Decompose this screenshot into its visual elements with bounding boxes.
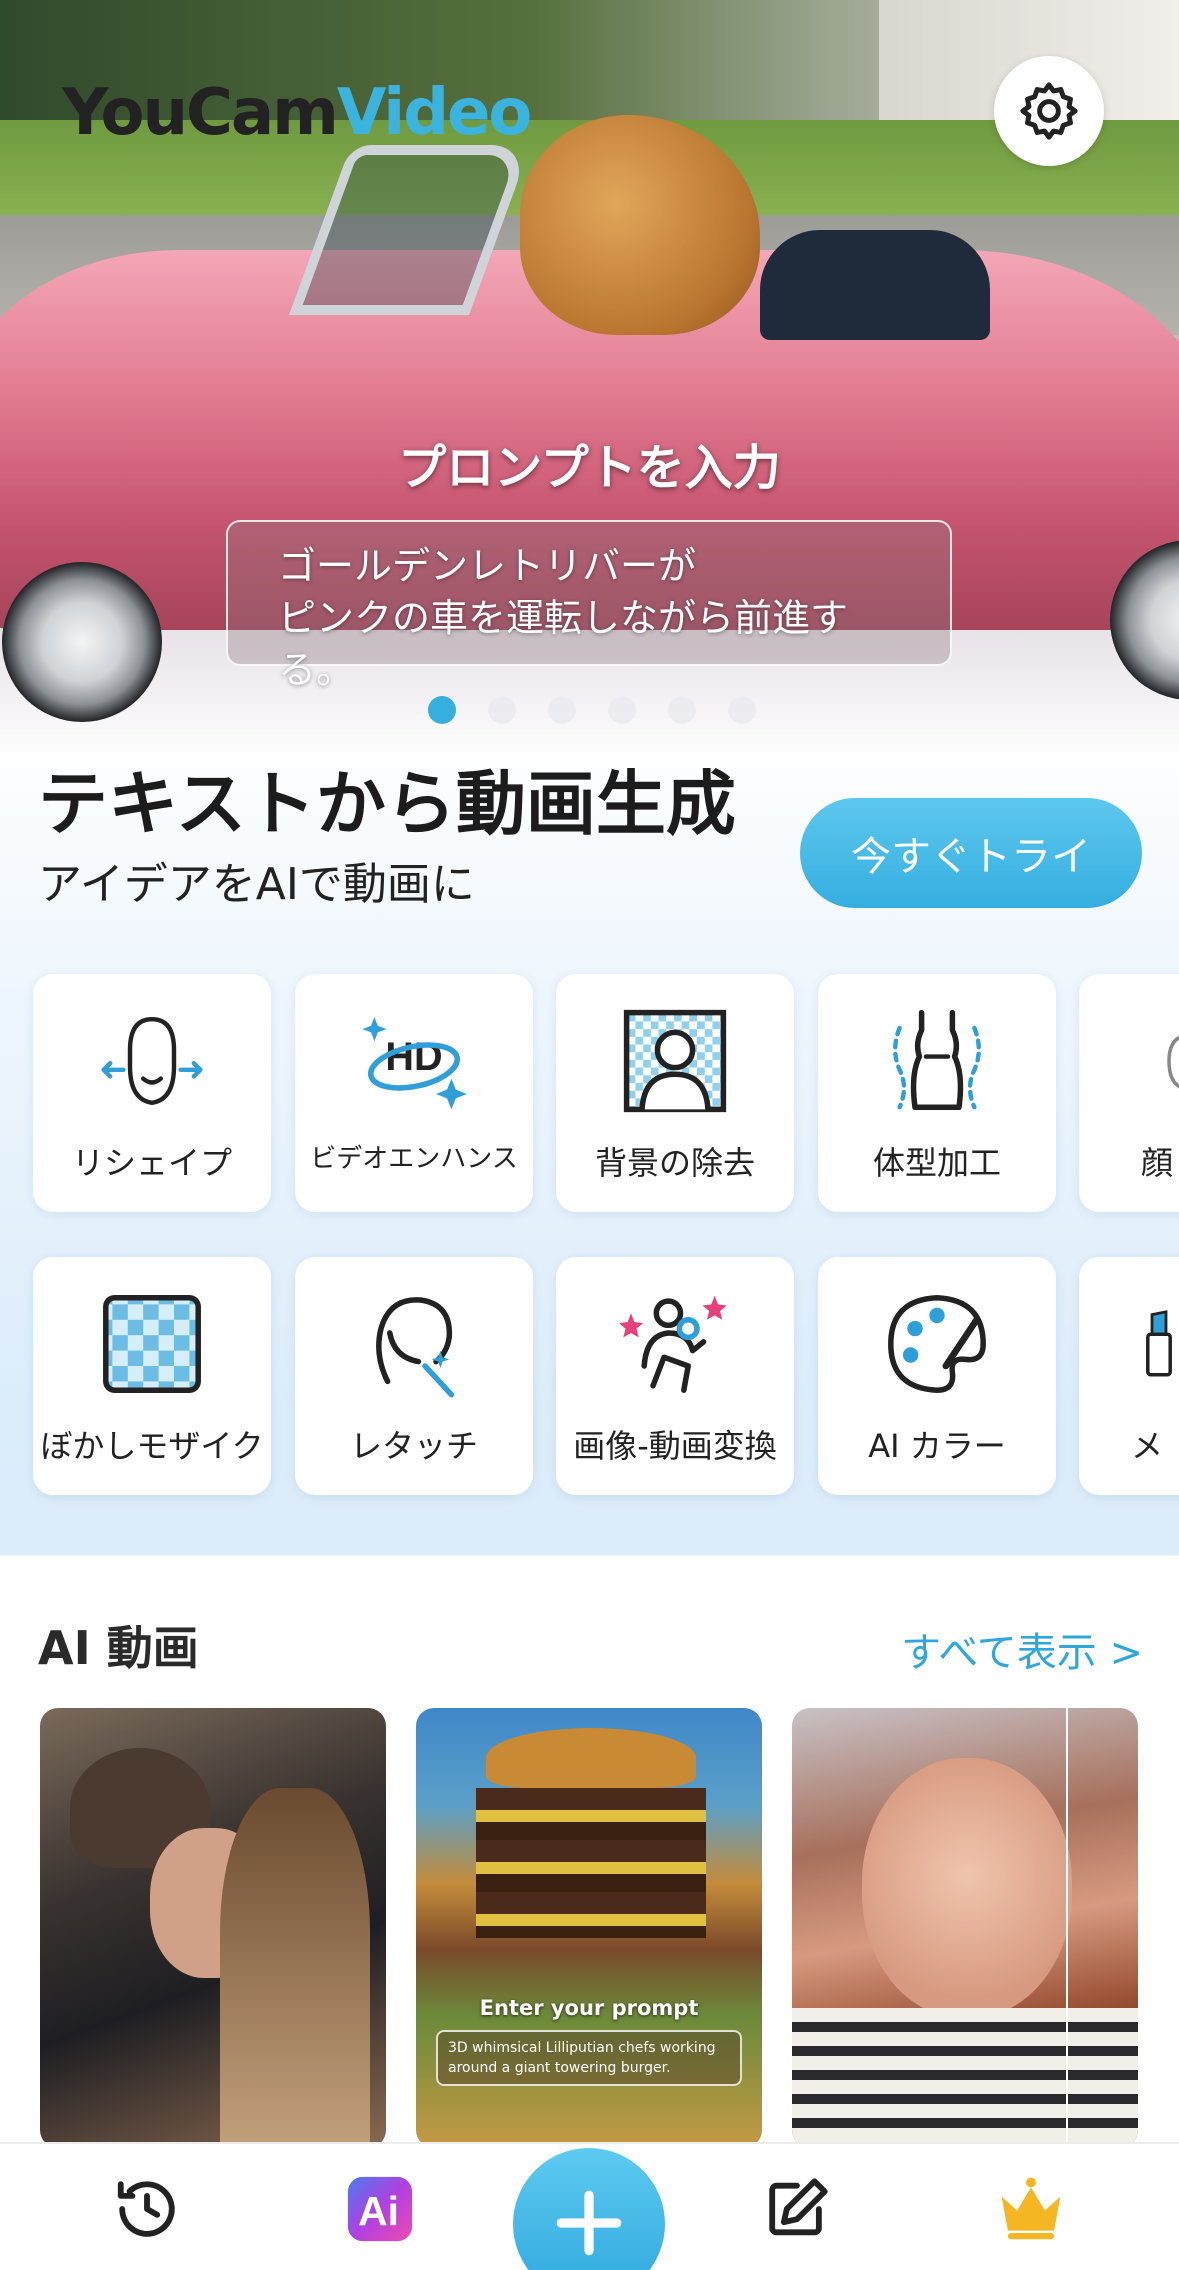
ai-icon: Ai (347, 2176, 413, 2242)
tool-label: 体型加工 (872, 1144, 1001, 1182)
tool-label: 顔 (1141, 1144, 1174, 1182)
premium-crown-icon (1001, 2177, 1061, 2240)
card-prompt-title: Enter your prompt (479, 1996, 699, 2020)
see-all-link[interactable]: すべて表示 > (901, 1620, 1143, 1678)
tool-label: リシェイプ (71, 1144, 232, 1182)
nav-premium[interactable] (986, 2164, 1076, 2254)
car-seat (760, 230, 990, 340)
image-to-video-icon (620, 1295, 727, 1393)
carousel-dot[interactable] (608, 696, 636, 724)
makeup-icon (1146, 1310, 1172, 1377)
reshape-face-icon (101, 1017, 203, 1105)
compare-divider[interactable] (1066, 1708, 1068, 2148)
carousel-dot[interactable] (488, 696, 516, 724)
tool-label: ぼかしモザイク (40, 1427, 264, 1465)
card-prompt-text: 3D whimsical Lilliputian chefs working a… (436, 2030, 742, 2086)
nav-edit[interactable] (752, 2164, 842, 2254)
carousel-indicator (428, 696, 756, 724)
tool-ai-color[interactable]: AI カラー (818, 1257, 1056, 1495)
woman-shape (220, 1788, 370, 2148)
home-screen: YouCamVideo プロンプトを入力 ゴールデンレトリバーが ピンクの車を運… (0, 0, 1179, 2270)
carousel-dot[interactable] (548, 696, 576, 724)
carousel-dot[interactable] (428, 696, 456, 724)
prompt-line-1: ゴールデンレトリバーが (278, 544, 697, 588)
logo-text-a: YouCam (62, 76, 339, 150)
bun-shape (486, 1728, 696, 1788)
ai-video-section-title: AI 動画 (38, 1621, 199, 1675)
tool-mosaic[interactable]: ぼかしモザイク (33, 1257, 271, 1495)
ai-video-card-portrait[interactable] (792, 1708, 1138, 2148)
tool-label: AI カラー (868, 1427, 1006, 1465)
app-logo: YouCamVideo (62, 76, 533, 150)
feature-subtitle: アイデアをAIで動画に (38, 859, 475, 910)
burger-layers (476, 1788, 706, 1938)
tool-label: 背景の除去 (594, 1144, 755, 1182)
tool-label: ビデオエンハンス (310, 1144, 518, 1174)
tool-label: メ (1131, 1427, 1164, 1465)
body-shape-icon (893, 1009, 981, 1110)
carousel-dot[interactable] (668, 696, 696, 724)
svg-text:Ai: Ai (358, 2188, 399, 2234)
retouch-icon (376, 1297, 455, 1398)
tool-label: 画像-動画変換 (573, 1427, 777, 1465)
striped-shirt (792, 2008, 1138, 2148)
ai-video-card-burger[interactable]: Enter your prompt 3D whimsical Lilliputi… (416, 1708, 762, 2148)
logo-text-b: Video (336, 76, 533, 150)
palette-icon (888, 1295, 986, 1393)
hero-banner[interactable]: YouCamVideo プロンプトを入力 ゴールデンレトリバーが ピンクの車を運… (0, 0, 1179, 760)
hd-enhance-icon: HD (362, 1017, 467, 1110)
tool-face[interactable]: 顔 (1079, 974, 1179, 1212)
tool-reshape[interactable]: リシェイプ (33, 974, 271, 1212)
svg-text:HD: HD (385, 1035, 442, 1079)
tool-body-shape[interactable]: 体型加工 (818, 974, 1056, 1212)
tool-remove-background[interactable]: 背景の除去 (556, 974, 794, 1212)
try-now-button[interactable]: 今すぐトライ (800, 798, 1142, 908)
tool-retouch[interactable]: レタッチ (295, 1257, 533, 1495)
history-icon (117, 2181, 175, 2237)
tool-makeup[interactable]: メ (1079, 1257, 1179, 1495)
car-wheel-front (2, 562, 162, 722)
nav-history[interactable] (102, 2164, 192, 2254)
prompt-line-2: ピンクの車を運転しながら前進する。 (278, 596, 849, 692)
feature-title: テキストから動画生成 (38, 763, 736, 845)
carousel-dot[interactable] (728, 696, 756, 724)
gear-icon (1020, 82, 1078, 140)
tool-label: レタッチ (349, 1427, 478, 1465)
face-icon (1167, 1035, 1179, 1089)
tool-image-to-video[interactable]: 画像-動画変換 (556, 1257, 794, 1495)
prompt-title: プロンプトを入力 (398, 440, 781, 496)
nav-ai[interactable]: Ai (335, 2164, 425, 2254)
settings-button[interactable] (994, 56, 1104, 166)
remove-background-icon (623, 1009, 727, 1113)
edit-icon (769, 2178, 828, 2236)
portrait-face (862, 1758, 1072, 2018)
mosaic-icon (103, 1295, 201, 1393)
add-icon (556, 2190, 622, 2256)
ai-video-card-couple[interactable] (40, 1708, 386, 2148)
prompt-example-box: ゴールデンレトリバーが ピンクの車を運転しながら前進する。 (226, 520, 952, 692)
tool-video-enhance[interactable]: HD ビデオエンハンス (295, 974, 533, 1212)
